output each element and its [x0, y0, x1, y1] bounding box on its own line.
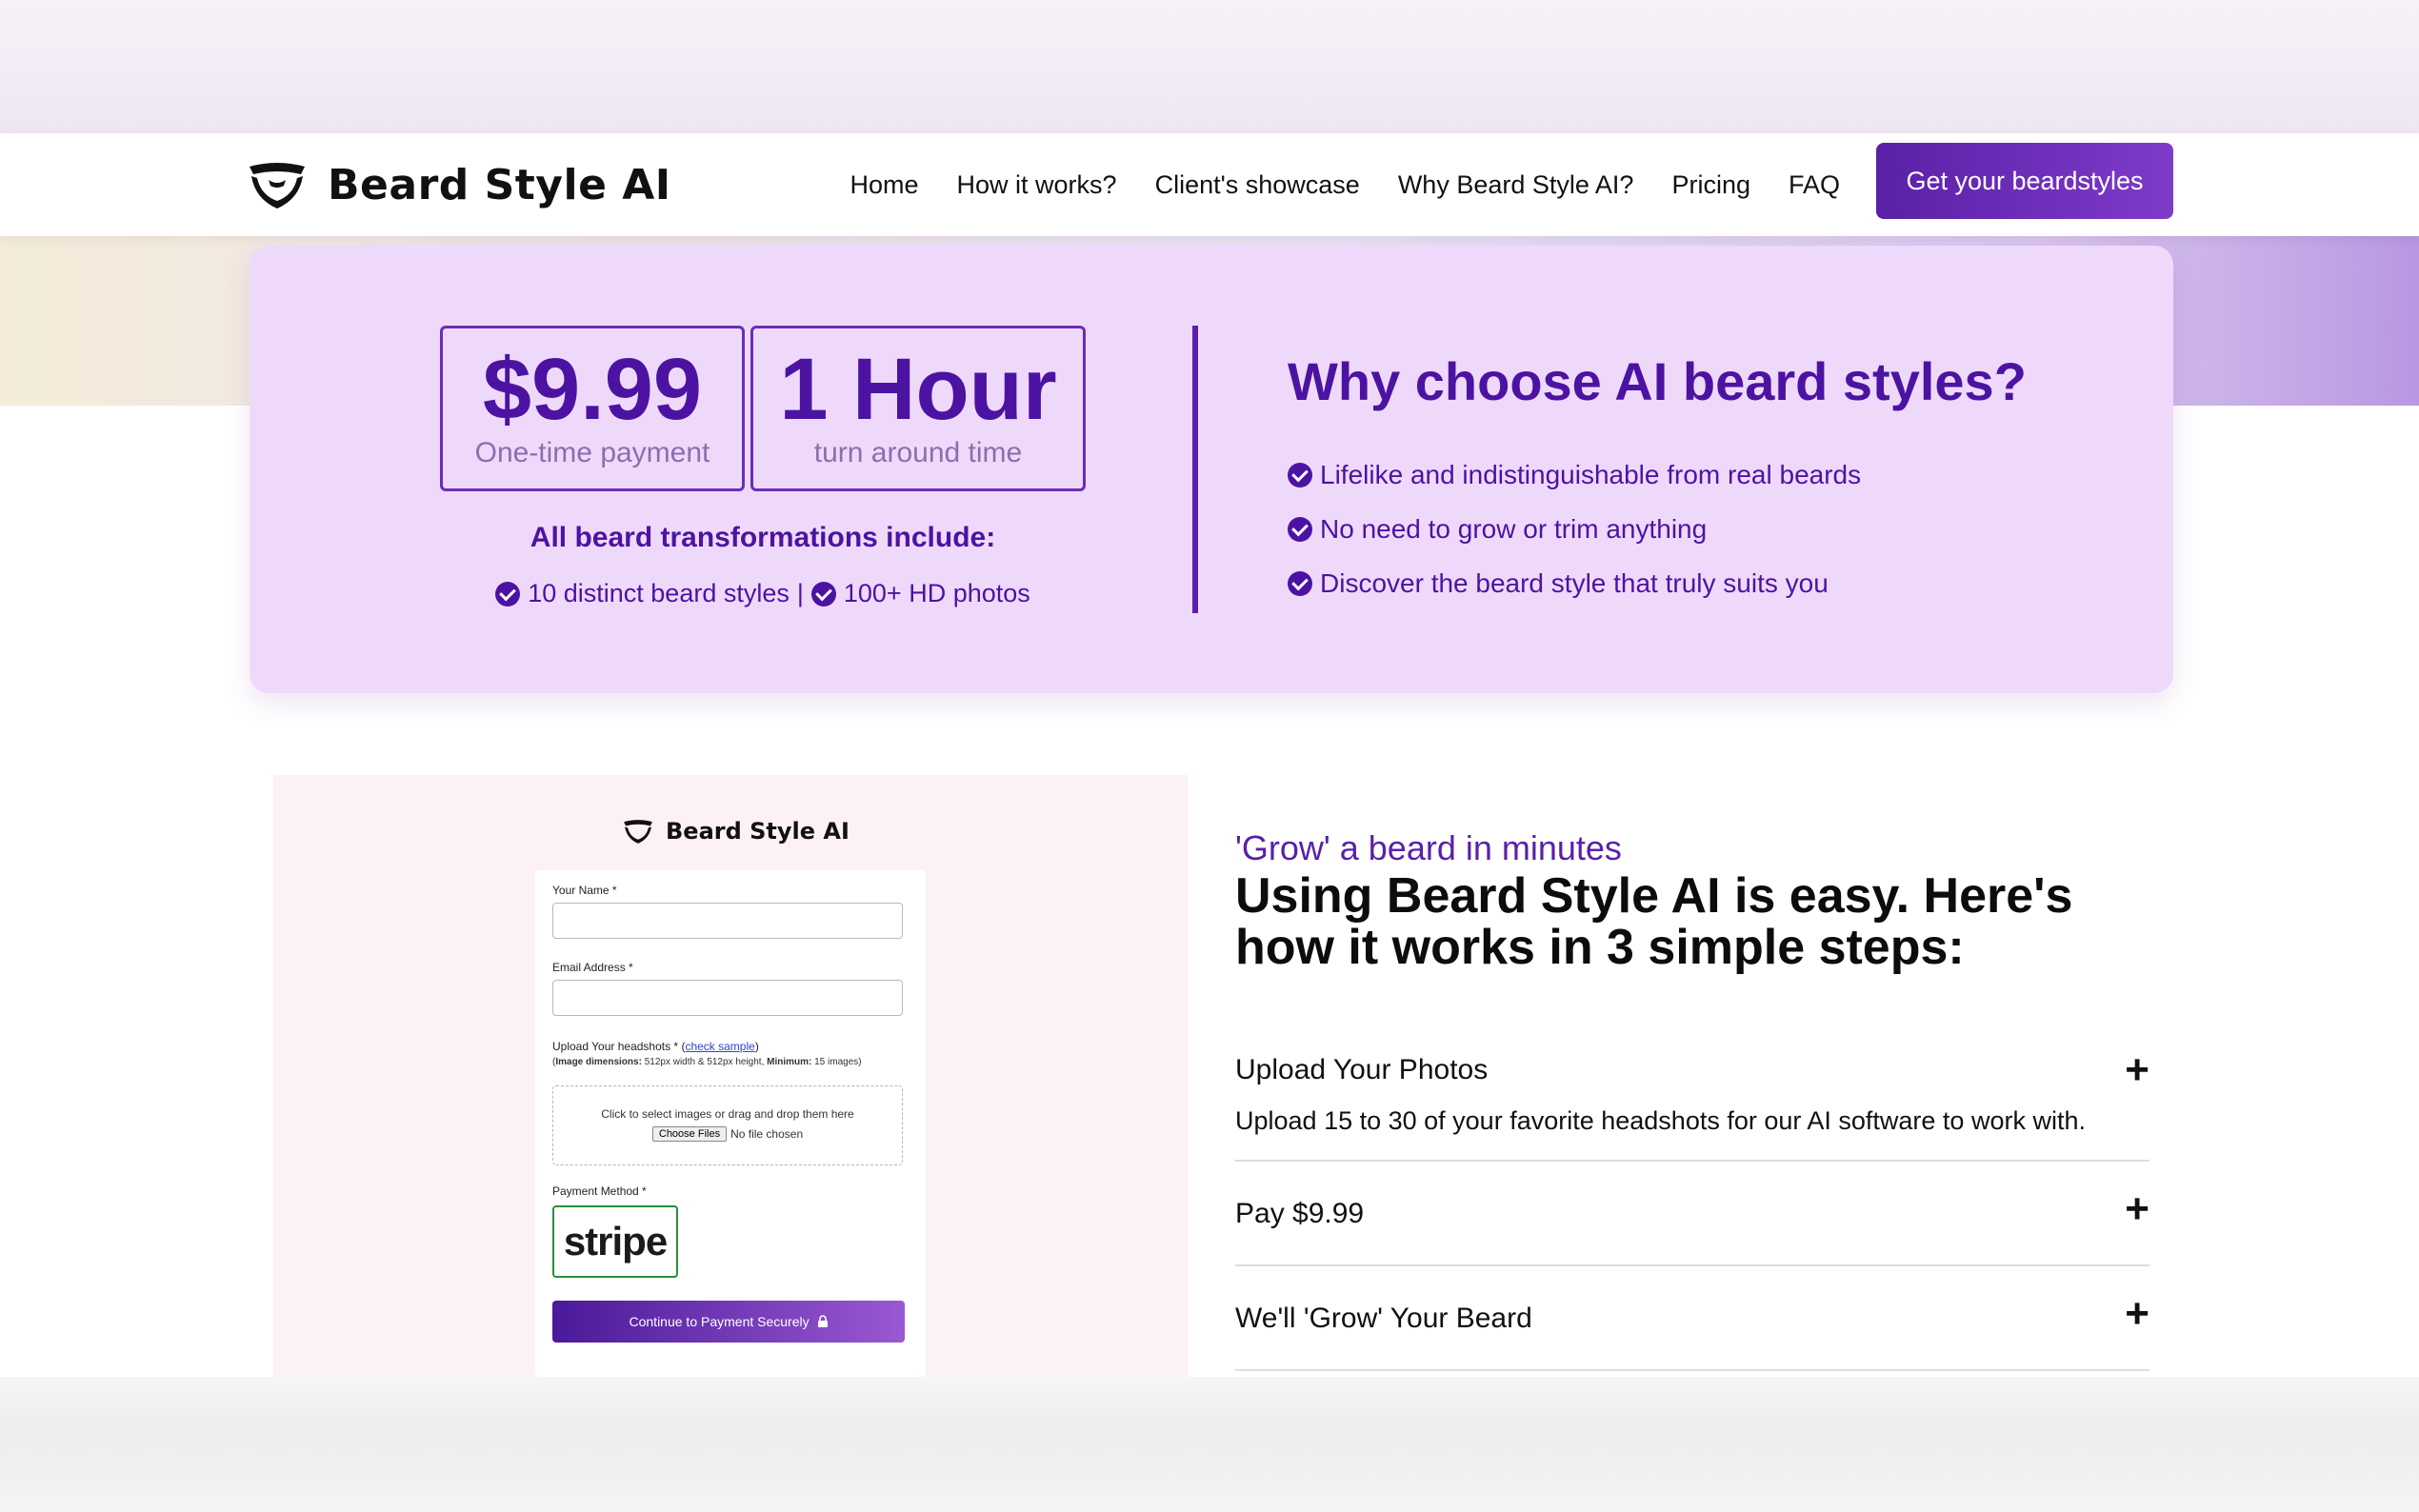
check-circle-icon [1288, 570, 1312, 596]
includes-row: 10 distinct beard styles | 100+ HD photo… [440, 579, 1086, 608]
get-beardstyles-button[interactable]: Get your beardstyles [1876, 143, 2173, 219]
name-input[interactable] [552, 903, 903, 939]
nav-link-how-it-works[interactable]: How it works? [957, 170, 1117, 200]
why-item-text: No need to grow or trim anything [1320, 513, 1708, 544]
why-item: Lifelike and indistinguishable from real… [1288, 448, 1861, 502]
plus-icon[interactable]: + [2125, 1293, 2149, 1335]
form-mockup: Beard Style AI Your Name * Email Address… [273, 775, 1188, 1377]
continue-payment-button[interactable]: Continue to Payment Securely [552, 1301, 905, 1343]
mockup-brand-name: Beard Style AI [666, 818, 850, 845]
why-item-text: Lifelike and indistinguishable from real… [1320, 459, 1862, 489]
why-item-text: Discover the beard style that truly suit… [1320, 567, 1829, 598]
nav-link-showcase[interactable]: Client's showcase [1155, 170, 1360, 200]
payment-label: Payment Method * [552, 1184, 647, 1198]
email-label: Email Address * [552, 961, 633, 974]
file-picker: Choose Files No file chosen [553, 1126, 902, 1142]
beard-logo-icon [250, 163, 305, 209]
accordion-title[interactable]: Upload Your Photos [1235, 1038, 2149, 1103]
order-form: Your Name * Email Address * Upload Your … [535, 870, 926, 1377]
accordion-title[interactable]: Pay $9.99 [1235, 1162, 2149, 1266]
why-list: Lifelike and indistinguishable from real… [1288, 448, 1861, 610]
dims-min: 15 images) [811, 1057, 862, 1067]
navbar: Beard Style AI Home How it works? Client… [0, 133, 2419, 236]
vertical-divider [1192, 326, 1198, 613]
nav-link-home[interactable]: Home [850, 170, 919, 200]
bottom-fade [0, 1377, 2419, 1512]
dims-text: 512px width & 512px height, [641, 1057, 768, 1067]
why-item: Discover the beard style that truly suit… [1288, 556, 1861, 610]
upload-label-text: Upload Your headshots * ( [552, 1040, 686, 1053]
dropzone-text: Click to select images or drag and drop … [601, 1107, 854, 1121]
choose-files-button[interactable]: Choose Files [651, 1126, 728, 1142]
accordion-item-pay[interactable]: Pay $9.99 + [1235, 1162, 2149, 1266]
accordion-title[interactable]: We'll 'Grow' Your Beard [1235, 1266, 2149, 1371]
nav-link-pricing[interactable]: Pricing [1671, 170, 1750, 200]
mockup-brand: Beard Style AI [622, 817, 850, 846]
steps-title: Using Beard Style AI is easy. Here's how… [1235, 868, 2073, 975]
check-sample-link[interactable]: check sample [685, 1040, 754, 1053]
price-subtitle: One-time payment [474, 437, 710, 468]
includes-item: 100+ HD photos [843, 579, 1030, 607]
steps-accordion: Upload Your Photos + Upload 15 to 30 of … [1235, 1038, 2149, 1371]
why-title: Why choose AI beard styles? [1288, 351, 2027, 411]
nav-link-faq[interactable]: FAQ [1789, 170, 1840, 200]
check-circle-icon [810, 581, 836, 607]
accordion-item-upload[interactable]: Upload Your Photos + Upload 15 to 30 of … [1235, 1038, 2149, 1162]
check-circle-icon [1288, 516, 1312, 542]
pricing-card: $9.99 One-time payment 1 Hour turn aroun… [250, 246, 2173, 693]
upload-label: Upload Your headshots * (check sample) [552, 1040, 759, 1053]
no-file-text: No file chosen [730, 1127, 804, 1141]
top-backdrop [0, 0, 2419, 133]
includes-item: 10 distinct beard styles [528, 579, 790, 607]
dims-label: Image dimensions: [555, 1057, 642, 1067]
turnaround-box: 1 Hour turn around time [750, 326, 1086, 491]
nav-links: Home How it works? Client's showcase Why… [812, 133, 1841, 236]
steps-eyebrow: 'Grow' a beard in minutes [1235, 828, 1622, 867]
brand-name: Beard Style AI [328, 160, 671, 209]
beard-logo-icon [624, 820, 652, 844]
lock-icon [817, 1315, 828, 1327]
image-dimensions-note: (Image dimensions: 512px width & 512px h… [552, 1057, 862, 1067]
why-item: No need to grow or trim anything [1288, 502, 1861, 556]
brand-logo[interactable]: Beard Style AI [246, 147, 671, 223]
price-value: $9.99 [482, 341, 703, 438]
turnaround-subtitle: turn around time [813, 437, 1023, 468]
check-circle-icon [495, 581, 521, 607]
file-dropzone[interactable]: Click to select images or drag and drop … [552, 1085, 903, 1165]
dims-min-label: Minimum: [767, 1057, 812, 1067]
upload-label-end: ) [754, 1040, 759, 1053]
plus-icon[interactable]: + [2125, 1049, 2149, 1091]
pay-button-label: Continue to Payment Securely [629, 1314, 810, 1329]
name-label: Your Name * [552, 884, 617, 897]
check-circle-icon [1288, 462, 1312, 487]
email-input[interactable] [552, 980, 903, 1016]
turnaround-value: 1 Hour [779, 341, 1057, 438]
stripe-option[interactable]: stripe [552, 1205, 678, 1278]
nav-link-why[interactable]: Why Beard Style AI? [1398, 170, 1634, 200]
plus-icon[interactable]: + [2125, 1188, 2149, 1230]
accordion-body: Upload 15 to 30 of your favorite headsho… [1235, 1106, 2086, 1135]
includes-separator: | [796, 579, 804, 607]
accordion-item-grow[interactable]: We'll 'Grow' Your Beard + [1235, 1266, 2149, 1371]
includes-title: All beard transformations include: [530, 522, 996, 553]
price-box: $9.99 One-time payment [440, 326, 745, 491]
